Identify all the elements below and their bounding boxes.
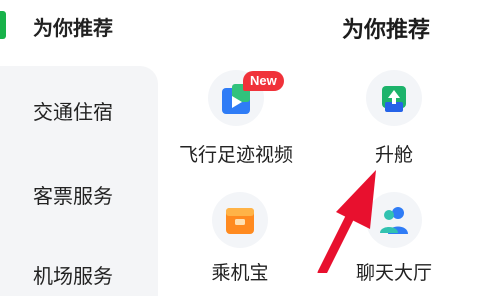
item-label: 飞行足迹视频 <box>178 144 293 166</box>
grid-item-chat-hall[interactable]: 聊天大厅 <box>324 192 464 292</box>
section-title: 为你推荐 <box>342 18 431 43</box>
grid-item-boarding-wallet[interactable]: 乘机宝 <box>170 192 310 292</box>
chat-users-icon <box>380 207 408 234</box>
item-label: 升舱 <box>374 144 413 166</box>
sidebar-item-recommended[interactable]: 为你推荐 <box>0 12 158 41</box>
new-badge: New <box>243 71 284 91</box>
sidebar-item-label: 客票服务 <box>33 184 113 208</box>
sidebar-item-airport-service[interactable]: 机场服务 <box>0 260 158 289</box>
wallet-icon <box>226 208 254 234</box>
item-label: 聊天大厅 <box>355 262 432 284</box>
category-sidebar: 为你推荐 交通住宿 客票服务 机场服务 <box>0 0 158 296</box>
item-label: 乘机宝 <box>211 262 269 284</box>
upgrade-icon <box>382 86 406 112</box>
sidebar-item-ticket-service[interactable]: 客票服务 <box>0 180 158 209</box>
sidebar-item-label: 机场服务 <box>33 264 113 288</box>
grid-item-upgrade[interactable]: 升舱 <box>324 70 464 170</box>
sidebar-item-label: 交通住宿 <box>33 100 113 124</box>
sidebar-item-transport-lodging[interactable]: 交通住宿 <box>0 96 158 125</box>
grid-item-flight-footprint-video[interactable]: 飞行足迹视频 <box>166 70 306 170</box>
sidebar-item-label: 为你推荐 <box>33 16 113 40</box>
